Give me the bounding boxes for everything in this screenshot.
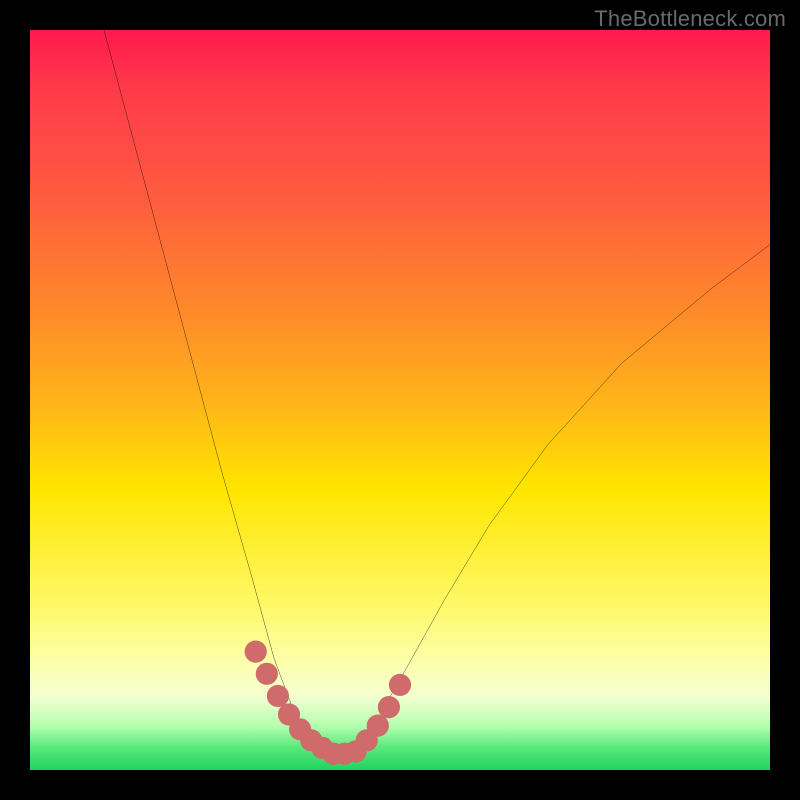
marker-dot bbox=[267, 685, 289, 707]
curve-bottleneck-curve-left bbox=[104, 30, 315, 752]
watermark-text: TheBottleneck.com bbox=[594, 6, 786, 32]
marker-dot bbox=[256, 663, 278, 685]
chart-frame: TheBottleneck.com bbox=[0, 0, 800, 800]
curve-bottleneck-curve-right bbox=[356, 245, 770, 752]
plot-area bbox=[30, 30, 770, 770]
curve-layer bbox=[30, 30, 770, 770]
marker-dot bbox=[389, 674, 411, 696]
marker-dot bbox=[367, 715, 389, 737]
marker-dot bbox=[245, 641, 267, 663]
marker-dot bbox=[378, 696, 400, 718]
